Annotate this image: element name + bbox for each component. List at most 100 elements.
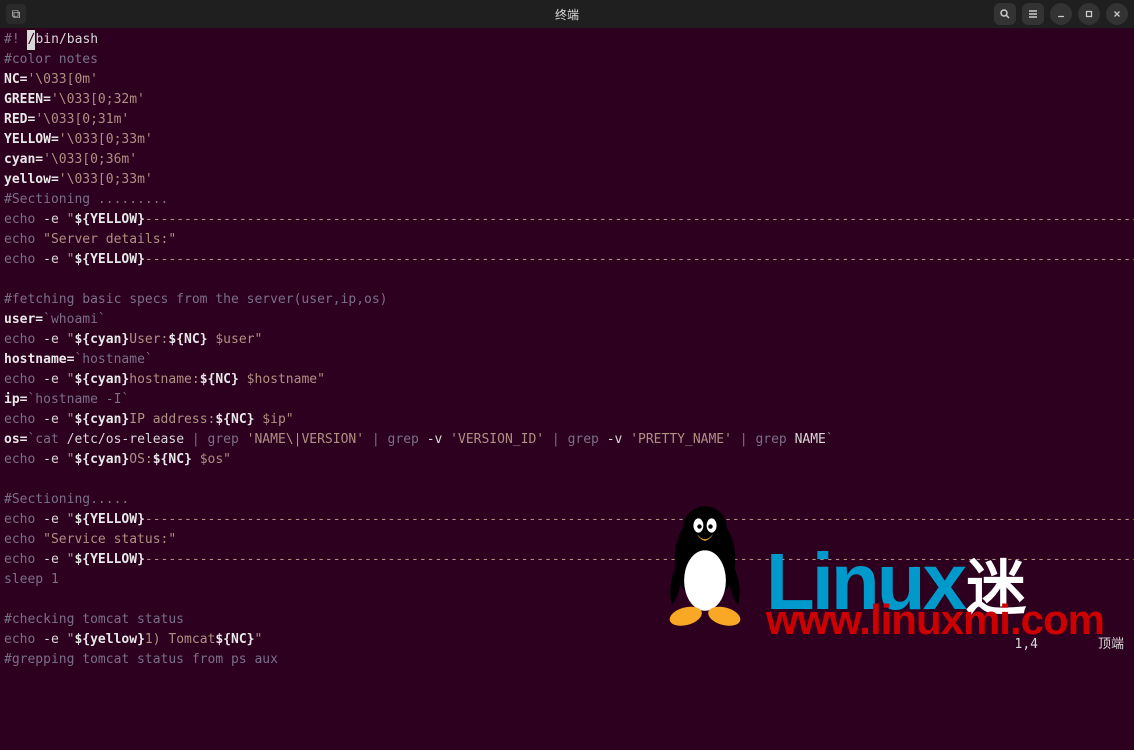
window-controls [994,3,1128,25]
code-segment: echo [4,372,43,387]
code-segment: `hostname -I` [27,392,129,407]
code-segment: -e [43,372,66,387]
code-segment: 'VERSION_ID' [450,432,544,447]
code-segment [4,272,12,287]
code-segment: #Sectioning ......... [4,192,168,207]
code-line: #Sectioning ......... [4,190,1130,210]
code-segment: echo [4,552,43,567]
code-segment: ${YELLOW} [74,512,144,527]
minimize-button[interactable] [1050,3,1072,25]
code-segment: ${YELLOW} [74,552,144,567]
code-segment: ${NC} [215,412,254,427]
close-button[interactable] [1106,3,1128,25]
code-segment: os= [4,432,27,447]
code-segment: ${NC} [153,452,192,467]
code-line: echo -e "${YELLOW}----------------------… [4,210,1130,230]
code-line: echo -e "${yellow}1) Tomcat${NC}" [4,630,1130,650]
code-segment: -e [43,212,66,227]
maximize-button[interactable] [1078,3,1100,25]
code-line [4,470,1130,490]
cursor-position: 1,4 [1015,635,1038,655]
search-button[interactable] [994,3,1016,25]
code-line: echo -e "${cyan}IP address:${NC} $ip" [4,410,1130,430]
terminal-editor[interactable]: #! /bin/bash#color notesNC='\033[0m'GREE… [0,28,1134,659]
code-segment: ${NC} [168,332,207,347]
scroll-location: 顶端 [1098,635,1124,655]
code-segment: " [255,632,263,647]
code-segment: '\033[0;33m' [59,172,153,187]
code-segment: echo [4,332,43,347]
code-segment: echo [4,452,43,467]
code-segment: #! [4,32,27,47]
hamburger-icon [1027,8,1039,20]
code-line: #grepping tomcat status from ps aux [4,650,1130,670]
code-segment: ${NC} [200,372,239,387]
code-segment: echo [4,532,43,547]
code-segment: $ip" [254,412,293,427]
code-segment: grep [208,432,247,447]
new-tab-button[interactable]: ⧉ [6,4,26,24]
code-segment: ${NC} [215,632,254,647]
code-line: #Sectioning..... [4,490,1130,510]
code-segment: echo [4,252,43,267]
code-segment: '\033[0;36m' [43,152,137,167]
code-segment: yellow= [4,172,59,187]
code-segment: ${yellow} [74,632,144,647]
code-segment: #checking tomcat status [4,612,184,627]
code-segment: 1) Tomcat [145,632,215,647]
search-icon [999,8,1011,20]
code-line: #! /bin/bash [4,30,1130,50]
code-segment: ----------------------------------------… [145,512,1134,527]
code-segment: '\033[0;32m' [51,92,145,107]
code-segment: YELLOW= [4,132,59,147]
code-segment: ----------------------------------------… [145,252,1134,267]
code-segment: ${cyan} [74,372,129,387]
code-line: hostname=`hostname` [4,350,1130,370]
window-title: 终端 [0,6,1134,23]
code-segment: #fetching basic specs from the server(us… [4,292,388,307]
code-segment: ----------------------------------------… [145,212,1134,227]
code-segment: hostname: [129,372,199,387]
code-segment: echo [4,512,43,527]
code-segment: echo [4,212,43,227]
code-segment: /etc/os-release [67,432,184,447]
code-segment: echo [4,632,43,647]
code-segment: "Server details:" [43,232,176,247]
code-segment: hostname= [4,352,74,367]
code-segment: `cat [27,432,66,447]
code-line: echo "Server details:" [4,230,1130,250]
minimize-icon [1056,9,1066,19]
vim-statusbar: 1,4 顶端 [1015,635,1125,655]
maximize-icon [1084,9,1094,19]
code-line: #checking tomcat status [4,610,1130,630]
code-segment: #Sectioning..... [4,492,129,507]
code-segment: grep [388,432,427,447]
code-line: os=`cat /etc/os-release | grep 'NAME\|VE… [4,430,1130,450]
code-segment: 'NAME\|VERSION' [247,432,364,447]
code-segment [4,592,12,607]
code-segment: -e [43,632,66,647]
code-segment: | [364,432,387,447]
code-segment: -e [43,452,66,467]
code-segment: "Service status:" [43,532,176,547]
code-line: #color notes [4,50,1130,70]
code-segment: RED= [4,112,35,127]
code-line [4,590,1130,610]
code-line: #fetching basic specs from the server(us… [4,290,1130,310]
code-segment: '\033[0;33m' [59,132,153,147]
menu-button[interactable] [1022,3,1044,25]
code-segment: ${cyan} [74,332,129,347]
code-line: echo -e "${YELLOW}----------------------… [4,510,1130,530]
code-segment: `whoami` [43,312,106,327]
code-line: echo -e "${YELLOW}----------------------… [4,250,1130,270]
code-line: echo -e "${YELLOW}----------------------… [4,550,1130,570]
code-segment: GREEN= [4,92,51,107]
code-segment: ip= [4,392,27,407]
code-segment: | [544,432,567,447]
code-segment: '\033[0;31m' [35,112,129,127]
code-segment: ${YELLOW} [74,212,144,227]
code-segment: -e [43,332,66,347]
code-segment: $user" [208,332,263,347]
code-segment: -e [43,412,66,427]
code-line: echo -e "${cyan}hostname:${NC} $hostname… [4,370,1130,390]
